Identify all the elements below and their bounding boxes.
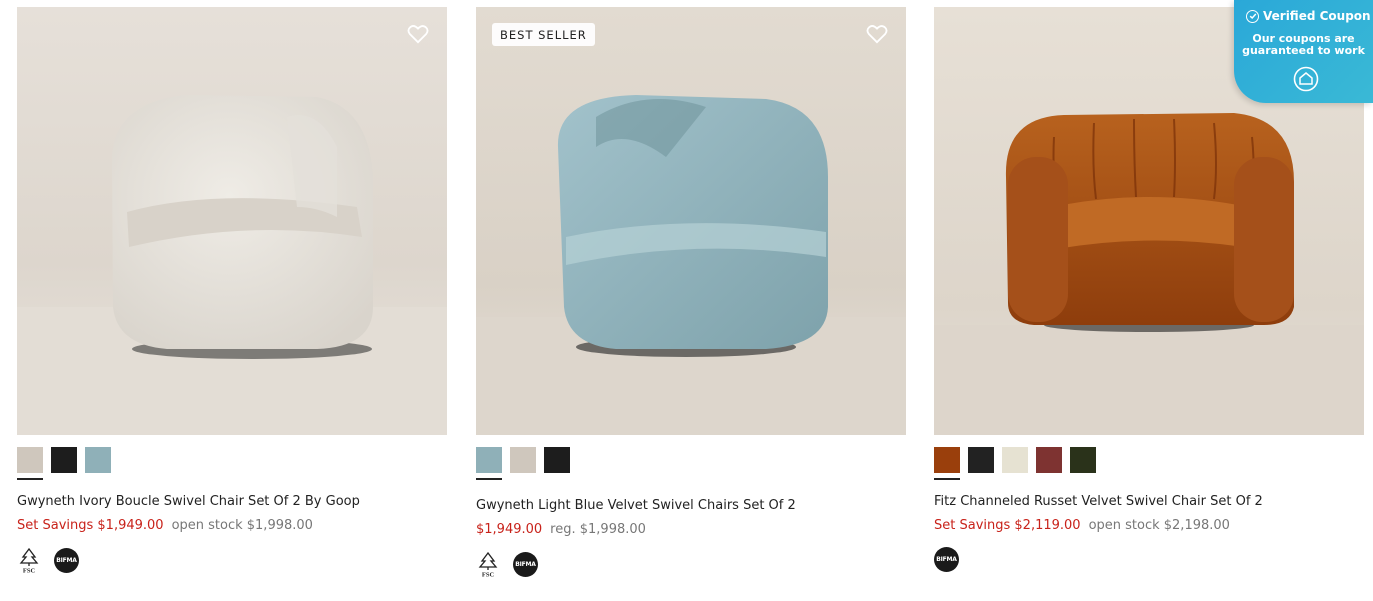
swatch-wrapper — [1070, 447, 1096, 481]
fsc-label: FSC — [482, 572, 495, 578]
bifma-certification-icon: BIFMA — [934, 547, 959, 572]
color-swatch-russet[interactable] — [934, 447, 960, 473]
color-swatches — [934, 447, 1364, 481]
sale-price: $1,949.00 — [476, 522, 543, 537]
swatch-wrapper — [51, 447, 77, 481]
ivory-boucle-chair-image — [17, 7, 447, 435]
fsc-label: FSC — [23, 568, 36, 574]
regular-price: reg. $1,998.00 — [550, 522, 646, 537]
light-blue-velvet-chair-image — [476, 7, 906, 435]
product-title[interactable]: Gwyneth Ivory Boucle Swivel Chair Set Of… — [17, 494, 447, 509]
color-swatch-black[interactable] — [544, 447, 570, 473]
swatch-wrapper — [476, 447, 502, 481]
product-grid: Gwyneth Ivory Boucle Swivel Chair Set Of… — [0, 0, 1373, 601]
regular-price: open stock $1,998.00 — [171, 518, 313, 533]
verified-coupon-widget[interactable]: Verified Coupon Our coupons are guarante… — [1234, 0, 1373, 103]
swatch-wrapper — [85, 447, 111, 481]
swatch-wrapper — [1002, 447, 1028, 481]
check-circle-icon — [1246, 9, 1259, 23]
product-image[interactable]: BEST SELLER — [476, 7, 906, 435]
certification-icons: FSC BIFMA — [476, 551, 906, 577]
wishlist-heart-icon[interactable] — [407, 24, 429, 44]
sale-price: Set Savings $1,949.00 — [17, 518, 164, 533]
product-image[interactable] — [17, 7, 447, 435]
coupon-subtitle-line-2: guaranteed to work — [1242, 44, 1365, 57]
product-price: $1,949.00 reg. $1,998.00 — [476, 522, 906, 537]
product-title[interactable]: Fitz Channeled Russet Velvet Swivel Chai… — [934, 494, 1364, 509]
certification-icons: BIFMA — [934, 547, 1364, 572]
color-swatch-ivory[interactable] — [510, 447, 536, 473]
coupon-brand-logo-icon[interactable] — [1293, 66, 1319, 92]
product-price: Set Savings $2,119.00 open stock $2,198.0… — [934, 518, 1364, 533]
color-swatches — [17, 447, 447, 481]
coupon-header: Verified Coupon — [1246, 9, 1371, 23]
color-swatch-black-boucle[interactable] — [968, 447, 994, 473]
product-card[interactable]: BEST SELLER Gwyneth Light Blue Velvet Sw… — [476, 7, 906, 577]
bifma-certification-icon: BIFMA — [54, 547, 79, 573]
swatch-wrapper — [968, 447, 994, 481]
color-swatches — [476, 447, 906, 481]
coupon-title: Verified Coupon — [1263, 9, 1371, 23]
swatch-wrapper — [544, 447, 570, 481]
best-seller-badge: BEST SELLER — [492, 23, 595, 46]
swatch-wrapper — [1036, 447, 1062, 481]
color-swatch-light-blue[interactable] — [85, 447, 111, 473]
color-swatch-ivory[interactable] — [17, 447, 43, 473]
wishlist-heart-icon[interactable] — [866, 24, 888, 44]
fsc-certification-icon: FSC — [19, 547, 39, 574]
color-swatch-cream[interactable] — [1002, 447, 1028, 473]
color-swatch-burgundy[interactable] — [1036, 447, 1062, 473]
swatch-wrapper — [17, 447, 43, 481]
regular-price: open stock $2,198.00 — [1088, 518, 1230, 533]
certification-icons: FSC BIFMA — [17, 547, 447, 573]
swatch-wrapper — [510, 447, 536, 481]
product-card[interactable]: Gwyneth Ivory Boucle Swivel Chair Set Of… — [17, 7, 447, 573]
color-swatch-light-blue[interactable] — [476, 447, 502, 473]
coupon-subtitle: Our coupons are guaranteed to work — [1234, 33, 1373, 57]
bifma-certification-icon: BIFMA — [513, 551, 538, 577]
color-swatch-black[interactable] — [51, 447, 77, 473]
color-swatch-dark-green[interactable] — [1070, 447, 1096, 473]
swatch-wrapper — [934, 447, 960, 481]
sale-price: Set Savings $2,119.00 — [934, 518, 1081, 533]
fsc-certification-icon: FSC — [478, 551, 498, 578]
product-title[interactable]: Gwyneth Light Blue Velvet Swivel Chairs … — [476, 498, 906, 513]
product-price: Set Savings $1,949.00 open stock $1,998.0… — [17, 518, 447, 533]
